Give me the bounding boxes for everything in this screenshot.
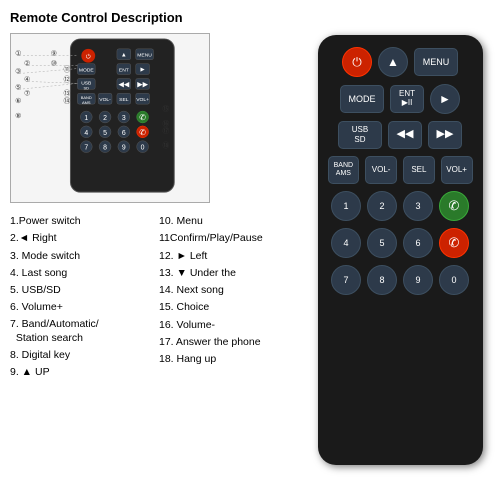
svg-text:5: 5 bbox=[103, 130, 107, 137]
ent-button[interactable]: ENT▶II bbox=[390, 85, 424, 113]
desc-11: 11Confirm/Play/Pause bbox=[159, 230, 300, 246]
svg-text:MENU: MENU bbox=[137, 53, 152, 59]
svg-text:⏻: ⏻ bbox=[86, 54, 91, 61]
key-2-button[interactable]: 2 bbox=[367, 191, 397, 221]
desc-18: 18. Hang up bbox=[159, 351, 300, 367]
mode-button[interactable]: MODE bbox=[340, 85, 384, 113]
remote-body: ⏻ ▲ MENU MODE ENT▶II ► USBSD ◀◀ ▶▶ BANDA… bbox=[318, 35, 483, 465]
desc-15: 15. Choice bbox=[159, 299, 300, 315]
key-1-button[interactable]: 1 bbox=[331, 191, 361, 221]
svg-text:④: ④ bbox=[24, 75, 30, 83]
svg-text:8: 8 bbox=[103, 145, 107, 152]
desc-7: 7. Band/Automatic/ Station search bbox=[10, 317, 151, 346]
svg-text:▲: ▲ bbox=[121, 53, 127, 59]
key-4-button[interactable]: 4 bbox=[331, 228, 361, 258]
svg-text:4: 4 bbox=[84, 130, 88, 137]
usb-sd-button[interactable]: USBSD bbox=[338, 121, 382, 149]
svg-text:VOL+: VOL+ bbox=[136, 97, 149, 103]
key-7-button[interactable]: 7 bbox=[331, 265, 361, 295]
svg-text:SD: SD bbox=[84, 85, 90, 90]
up-button[interactable]: ▲ bbox=[378, 47, 408, 77]
prev-button[interactable]: ◀◀ bbox=[388, 121, 422, 149]
svg-text:6: 6 bbox=[122, 130, 126, 137]
sel-button[interactable]: SEL bbox=[403, 156, 435, 184]
svg-text:0: 0 bbox=[141, 145, 145, 152]
svg-text:⑨: ⑨ bbox=[51, 50, 57, 58]
desc-5: 5. USB/SD bbox=[10, 282, 151, 298]
svg-text:⑩: ⑩ bbox=[51, 60, 57, 68]
svg-text:1: 1 bbox=[84, 115, 88, 122]
svg-text:✆: ✆ bbox=[139, 128, 146, 137]
svg-text:7: 7 bbox=[84, 145, 88, 152]
svg-text:9: 9 bbox=[122, 145, 126, 152]
desc-17: 17. Answer the phone bbox=[159, 334, 300, 350]
svg-text:⑤: ⑤ bbox=[15, 83, 21, 91]
remote-row-1: ⏻ ▲ MENU bbox=[328, 47, 473, 77]
svg-text:③: ③ bbox=[15, 68, 21, 76]
key-5-button[interactable]: 5 bbox=[367, 228, 397, 258]
desc-4: 4. Last song bbox=[10, 265, 151, 281]
svg-text:MODE: MODE bbox=[79, 68, 95, 74]
remote-diagram: ⏻ ▲ MENU MODE ENT ► USB SD ◀◀ bbox=[10, 33, 210, 203]
vol-plus-button[interactable]: VOL+ bbox=[441, 156, 473, 184]
remote-row-2: MODE ENT▶II ► bbox=[328, 84, 473, 114]
next-button[interactable]: ▶▶ bbox=[428, 121, 462, 149]
svg-text:⑮: ⑮ bbox=[162, 105, 169, 113]
svg-text:VOL-: VOL- bbox=[99, 97, 111, 103]
vol-minus-button[interactable]: VOL- bbox=[365, 156, 397, 184]
svg-text:⑧: ⑧ bbox=[15, 112, 21, 120]
remote-row-4: BANDAMS VOL- SEL VOL+ bbox=[328, 156, 473, 184]
menu-button[interactable]: MENU bbox=[414, 48, 458, 76]
power-button[interactable]: ⏻ bbox=[342, 47, 372, 77]
desc-14: 14. Next song bbox=[159, 282, 300, 298]
desc-6: 6. Volume+ bbox=[10, 299, 151, 315]
key-8-button[interactable]: 8 bbox=[367, 265, 397, 295]
desc-12: 12. ► Left bbox=[159, 248, 300, 264]
desc-10: 10. Menu bbox=[159, 213, 300, 229]
desc-13: 13. ▼ Under the bbox=[159, 265, 300, 281]
desc-col-left: 1.Power switch 2.◄ Right 3. Mode switch … bbox=[10, 213, 151, 381]
svg-text:⑰: ⑰ bbox=[162, 127, 169, 135]
page-title: Remote Control Description bbox=[10, 10, 300, 25]
svg-text:②: ② bbox=[24, 60, 30, 68]
svg-text:◀◀: ◀◀ bbox=[119, 81, 130, 88]
desc-2: 2.◄ Right bbox=[10, 230, 151, 246]
answer-button[interactable]: ✆ bbox=[439, 191, 469, 221]
desc-9: 9. ▲ UP bbox=[10, 364, 151, 380]
svg-text:►: ► bbox=[139, 67, 146, 74]
remote-visual: ⏻ ▲ MENU MODE ENT▶II ► USBSD ◀◀ ▶▶ BANDA… bbox=[310, 10, 490, 490]
svg-text:2: 2 bbox=[103, 115, 107, 122]
remote-row-6: 4 5 6 ✆ bbox=[328, 228, 473, 258]
key-6-button[interactable]: 6 bbox=[403, 228, 433, 258]
svg-text:3: 3 bbox=[122, 115, 126, 122]
desc-8: 8. Digital key bbox=[10, 347, 151, 363]
remote-row-3: USBSD ◀◀ ▶▶ bbox=[328, 121, 473, 149]
key-0-button[interactable]: 0 bbox=[439, 265, 469, 295]
desc-1: 1.Power switch bbox=[10, 213, 151, 229]
right-button[interactable]: ► bbox=[430, 84, 460, 114]
svg-text:⑱: ⑱ bbox=[162, 142, 169, 150]
svg-text:⑥: ⑥ bbox=[15, 97, 21, 105]
band-button[interactable]: BANDAMS bbox=[328, 156, 360, 184]
svg-text:SEL: SEL bbox=[119, 97, 129, 103]
svg-text:⑦: ⑦ bbox=[24, 89, 30, 97]
desc-col-right: 10. Menu 11Confirm/Play/Pause 12. ► Left… bbox=[159, 213, 300, 381]
description-list: 1.Power switch 2.◄ Right 3. Mode switch … bbox=[10, 213, 300, 381]
remote-row-7: 7 8 9 0 bbox=[328, 265, 473, 295]
svg-text:⑯: ⑯ bbox=[162, 120, 169, 128]
svg-text:①: ① bbox=[15, 50, 21, 58]
remote-row-5: 1 2 3 ✆ bbox=[328, 191, 473, 221]
svg-text:⑫: ⑫ bbox=[64, 75, 71, 83]
svg-text:⑬: ⑬ bbox=[64, 89, 71, 97]
hangup-button[interactable]: ✆ bbox=[439, 228, 469, 258]
key-9-button[interactable]: 9 bbox=[403, 265, 433, 295]
svg-text:AMS: AMS bbox=[82, 100, 91, 105]
svg-text:⑭: ⑭ bbox=[64, 97, 71, 105]
svg-text:▶▶: ▶▶ bbox=[137, 81, 148, 88]
desc-16: 16. Volume- bbox=[159, 317, 300, 333]
desc-3: 3. Mode switch bbox=[10, 248, 151, 264]
svg-text:ENT: ENT bbox=[119, 68, 129, 74]
svg-text:✆: ✆ bbox=[139, 113, 146, 122]
key-3-button[interactable]: 3 bbox=[403, 191, 433, 221]
